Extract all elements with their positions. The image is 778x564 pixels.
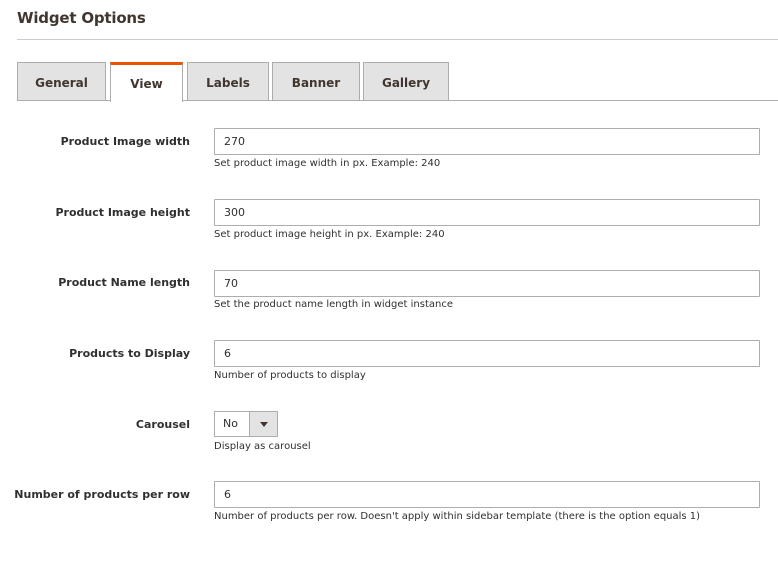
carousel-select-toggle[interactable] [249,412,277,436]
tab-general[interactable]: General [17,62,106,100]
carousel-select[interactable]: No [214,411,278,437]
tab-labels[interactable]: Labels [187,62,269,100]
section-title: Widget Options [17,9,146,27]
image-height-note: Set product image height in px. Example:… [214,229,445,240]
image-width-input[interactable] [214,128,760,155]
caret-down-icon [260,422,268,427]
products-per-row-input[interactable] [214,481,760,508]
tab-gallery[interactable]: Gallery [363,62,449,100]
carousel-label: Carousel [135,418,190,431]
image-width-label: Product Image width [60,135,190,148]
tab-view[interactable]: View [110,62,183,102]
name-length-note: Set the product name length in widget in… [214,299,453,310]
products-per-row-note: Number of products per row. Doesn't appl… [214,511,701,522]
name-length-label: Product Name length [58,276,190,289]
image-height-input[interactable] [214,199,760,226]
products-to-display-note: Number of products to display [214,370,366,381]
image-height-label: Product Image height [55,206,190,219]
products-per-row-label: Number of products per row [14,488,190,501]
tab-banner[interactable]: Banner [272,62,360,100]
carousel-select-value: No [223,417,238,430]
name-length-input[interactable] [214,270,760,297]
carousel-note: Display as carousel [214,441,311,452]
title-divider [17,39,778,40]
products-to-display-label: Products to Display [69,347,190,360]
products-to-display-input[interactable] [214,340,760,367]
image-width-note: Set product image width in px. Example: … [214,158,441,169]
